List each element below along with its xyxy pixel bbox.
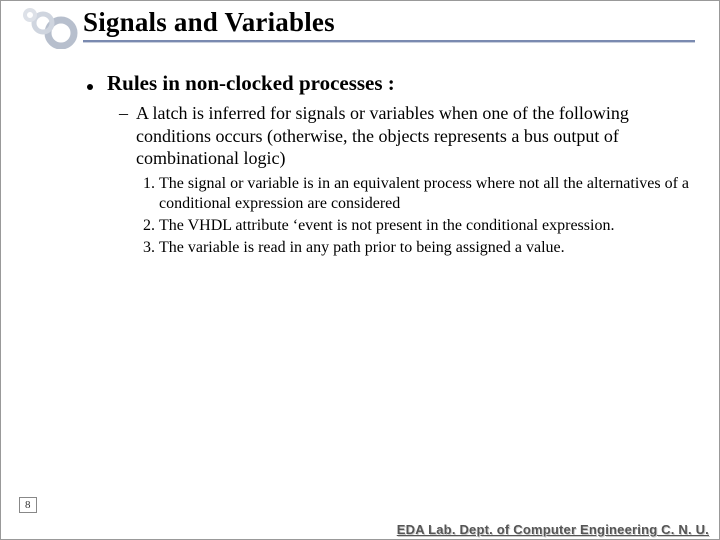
title-area: Signals and Variables (83, 7, 699, 43)
bullet-level-1: Rules in non-clocked processes : (87, 71, 691, 96)
list-text: The VHDL attribute ‘event is not present… (159, 216, 614, 236)
list-item: 2. The VHDL attribute ‘event is not pres… (143, 216, 691, 236)
list-number: 2. (143, 216, 155, 236)
bullet-level-2: – A latch is inferred for signals or var… (119, 102, 691, 170)
list-text: The variable is read in any path prior t… (159, 238, 565, 258)
slide-title: Signals and Variables (83, 7, 699, 38)
list-text: The signal or variable is in an equivale… (159, 174, 691, 214)
bullet-dot-icon (87, 84, 93, 90)
page-number: 8 (19, 497, 37, 513)
dash-text: A latch is inferred for signals or varia… (136, 102, 691, 170)
list-item: 1. The signal or variable is in an equiv… (143, 174, 691, 214)
bullet-text: Rules in non-clocked processes : (107, 71, 395, 96)
slide-body: Rules in non-clocked processes : – A lat… (87, 61, 691, 260)
slide-logo-icon (13, 5, 83, 49)
list-item: 3. The variable is read in any path prio… (143, 238, 691, 258)
dash-icon: – (119, 102, 128, 170)
list-number: 1. (143, 174, 155, 214)
numbered-list: 1. The signal or variable is in an equiv… (143, 174, 691, 258)
footer-text: EDA Lab. Dept. of Computer Engineering C… (397, 522, 709, 537)
slide-container: Signals and Variables Rules in non-clock… (0, 0, 720, 540)
title-underline (83, 40, 695, 43)
list-number: 3. (143, 238, 155, 258)
